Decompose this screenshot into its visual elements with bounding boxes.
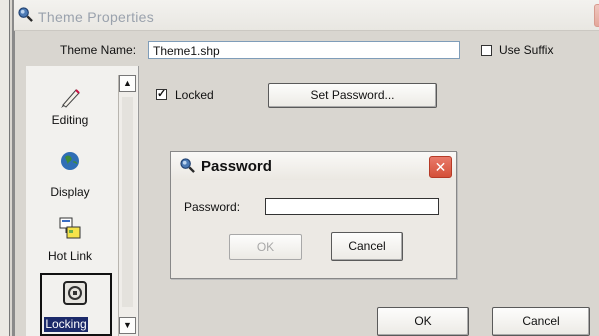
ok-button[interactable]: OK bbox=[377, 307, 469, 336]
password-input[interactable] bbox=[265, 198, 439, 215]
ok-label: OK bbox=[414, 314, 432, 328]
scroll-down-button[interactable]: ▼ bbox=[119, 317, 136, 334]
cancel-label: Cancel bbox=[522, 314, 560, 328]
scroll-up-button[interactable]: ▲ bbox=[119, 75, 136, 92]
theme-name-value: Theme1.shp bbox=[153, 44, 220, 58]
globe-icon bbox=[61, 152, 79, 170]
password-ok-button[interactable]: OK bbox=[229, 234, 302, 260]
sidebar-item-hot-link[interactable]: Hot Link bbox=[36, 216, 104, 263]
theme-name-field[interactable]: Theme1.shp bbox=[148, 41, 460, 59]
lock-icon bbox=[63, 281, 87, 305]
locked-label: Locked bbox=[175, 88, 214, 102]
window-title: Theme Properties bbox=[38, 9, 155, 25]
use-suffix-checkbox[interactable] bbox=[481, 45, 492, 56]
sidebar-item-display[interactable]: Display bbox=[36, 150, 104, 199]
set-password-label: Set Password... bbox=[310, 88, 395, 102]
password-close-button[interactable]: ✕ bbox=[429, 156, 452, 178]
sidebar-item-label: Locking bbox=[44, 317, 88, 332]
triangle-up-icon: ▲ bbox=[123, 78, 132, 88]
title-bar: Theme Properties ✕ bbox=[14, 0, 599, 31]
password-label: Password: bbox=[184, 200, 241, 214]
close-button[interactable]: ✕ bbox=[594, 4, 599, 27]
cancel-button[interactable]: Cancel bbox=[492, 307, 590, 336]
password-cancel-label: Cancel bbox=[348, 239, 386, 253]
sidebar-item-locking[interactable]: Locking bbox=[40, 273, 112, 336]
password-cancel-button[interactable]: Cancel bbox=[331, 232, 403, 261]
password-dialog-title: Password bbox=[201, 158, 272, 175]
app-magnifier-icon bbox=[18, 7, 33, 22]
use-suffix-label: Use Suffix bbox=[499, 43, 554, 57]
hotlink-icon bbox=[59, 217, 81, 239]
password-dialog: Password ✕ Password: OK Cancel bbox=[170, 151, 457, 279]
sidebar-item-label: Hot Link bbox=[47, 249, 93, 263]
checkmark-icon: ✓ bbox=[157, 88, 167, 100]
locked-checkbox[interactable]: ✓ bbox=[156, 89, 167, 100]
window-left-edge bbox=[0, 0, 10, 336]
scroll-track[interactable] bbox=[122, 97, 133, 307]
sidebar-item-label: Display bbox=[50, 185, 90, 199]
sidebar-item-label: Editing bbox=[51, 113, 89, 127]
theme-name-label: Theme Name: bbox=[60, 43, 137, 57]
pencil-icon bbox=[61, 89, 80, 108]
triangle-down-icon: ▼ bbox=[123, 320, 132, 330]
set-password-button[interactable]: Set Password... bbox=[268, 83, 437, 108]
sidebar-item-editing[interactable]: Editing bbox=[36, 84, 104, 127]
category-scrollbar[interactable]: ▲ ▼ bbox=[118, 75, 137, 336]
window-left-border bbox=[12, 0, 15, 336]
app-magnifier-icon bbox=[180, 158, 195, 173]
password-dialog-title-bar: Password ✕ bbox=[171, 152, 456, 180]
password-ok-label: OK bbox=[256, 240, 275, 254]
close-icon: ✕ bbox=[434, 159, 447, 175]
